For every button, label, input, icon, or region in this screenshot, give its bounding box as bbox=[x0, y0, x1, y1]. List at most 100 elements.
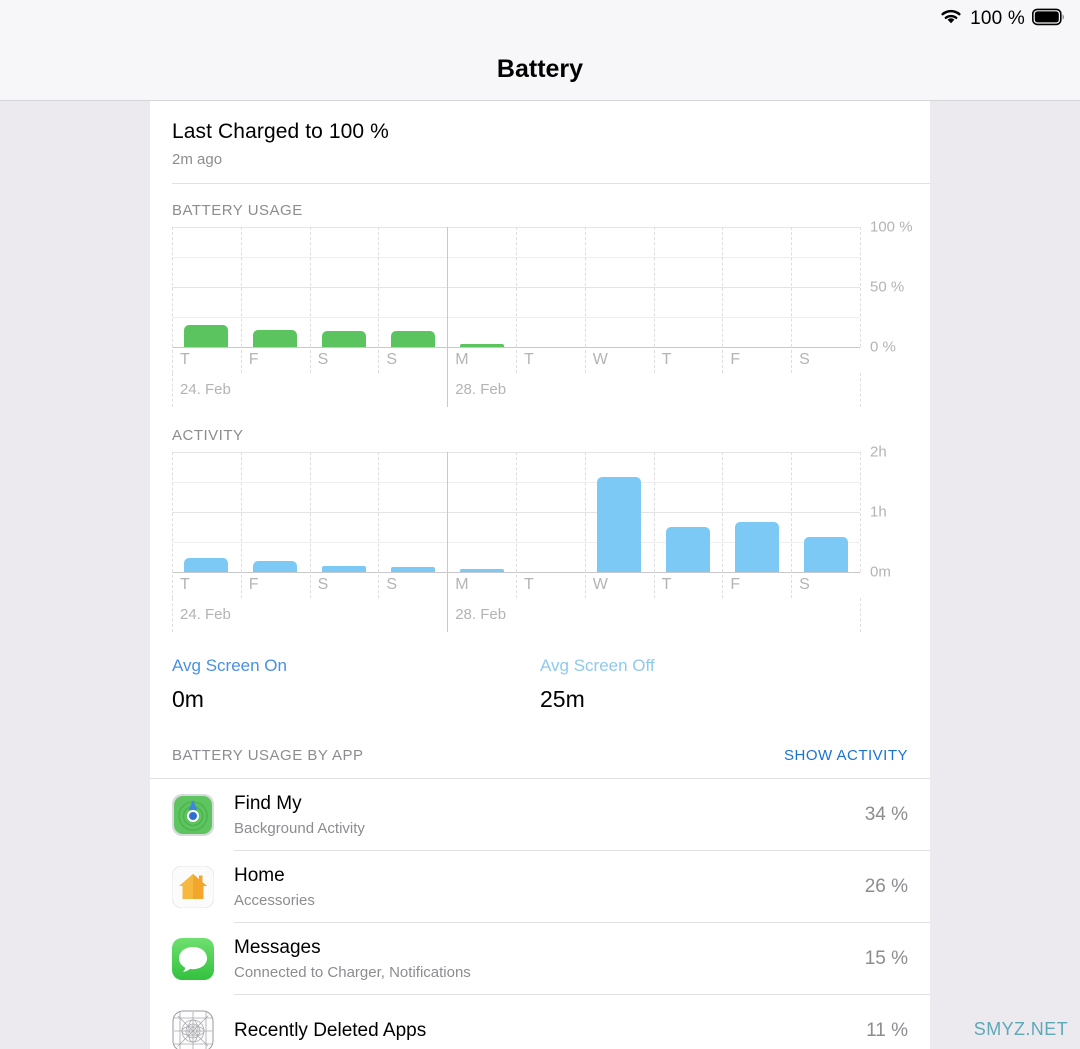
x-axis-day-label: S bbox=[799, 351, 810, 368]
app-subtitle: Accessories bbox=[234, 891, 315, 909]
battery-usage-app-list: Find My Background Activity 34 % Home Access… bbox=[150, 779, 930, 1049]
x-axis-cell: S bbox=[791, 345, 860, 377]
x-axis-tick bbox=[240, 345, 242, 373]
chart-bar bbox=[734, 522, 779, 572]
app-name: Home bbox=[234, 864, 285, 886]
x-axis-day-label: W bbox=[592, 576, 608, 593]
chart-bar-cell bbox=[378, 452, 447, 572]
avg-screen-on-label: Avg Screen On bbox=[172, 656, 287, 675]
x-axis-cell: F bbox=[722, 570, 791, 602]
status-bar-right: 100 % bbox=[939, 8, 1066, 31]
chart-bar-cell bbox=[447, 452, 516, 572]
activity-chart[interactable]: T F S S M T W T F S 24. Feb 28. Feb 0m 1h 2h bbox=[172, 444, 930, 634]
x-axis-tick bbox=[515, 570, 517, 598]
x-axis-tick bbox=[584, 570, 586, 598]
chart-bar-cell bbox=[654, 227, 723, 347]
x-axis-cell: T bbox=[172, 345, 241, 377]
chart-bar bbox=[390, 331, 435, 347]
battery-usage-section-label: BATTERY USAGE bbox=[172, 202, 303, 219]
chart-bar bbox=[253, 561, 298, 572]
y-axis-label: 0 % bbox=[870, 338, 896, 356]
chart-bars bbox=[172, 227, 860, 347]
date-divider bbox=[172, 373, 173, 407]
y-axis-label: 0m bbox=[870, 563, 891, 581]
averages-row: Avg Screen On 0m Avg Screen Off 25m bbox=[150, 634, 930, 713]
chart-bar-cell bbox=[172, 452, 241, 572]
battery-usage-chart[interactable]: T F S S M T W T F S 24. Feb 28. Feb 0 % 50 % 100 % bbox=[172, 219, 930, 409]
chart-bar-cell bbox=[516, 227, 585, 347]
x-axis-cell: T bbox=[515, 345, 585, 377]
find-my-icon bbox=[172, 793, 214, 836]
date-label: 24. Feb bbox=[180, 381, 231, 398]
watermark: SMYZ.NET bbox=[973, 1019, 1068, 1039]
chart-bar bbox=[253, 330, 298, 347]
avg-screen-off-block: Avg Screen Off 25m bbox=[540, 656, 908, 713]
x-axis-tick bbox=[309, 570, 311, 598]
x-axis-tick bbox=[240, 570, 242, 598]
y-axis-label: 2h bbox=[870, 443, 887, 461]
x-axis-day-label: F bbox=[248, 576, 259, 593]
chart-bar bbox=[597, 477, 642, 572]
x-axis-day-label: F bbox=[730, 351, 741, 368]
x-axis-tick bbox=[653, 345, 655, 373]
chart-bar-cell bbox=[791, 452, 860, 572]
chart-divider bbox=[860, 227, 861, 347]
x-axis-cell: F bbox=[722, 345, 791, 377]
x-axis-cell: S bbox=[378, 570, 447, 602]
x-axis-cell: M bbox=[447, 345, 516, 377]
x-axis-tick bbox=[172, 345, 173, 373]
app-row-texts: Recently Deleted Apps bbox=[234, 1020, 866, 1042]
avg-screen-on-value: 0m bbox=[172, 686, 204, 712]
x-axis-cell: W bbox=[584, 345, 654, 377]
avg-screen-off-value: 25m bbox=[540, 686, 585, 712]
x-axis-tick bbox=[584, 345, 586, 373]
x-axis-cell: M bbox=[447, 570, 516, 602]
date-divider bbox=[172, 598, 173, 632]
last-charged-block: Last Charged to 100 % 2m ago bbox=[150, 101, 930, 183]
date-label: 28. Feb bbox=[455, 606, 507, 623]
battery-usage-x-axis: TFSSMTWTFS bbox=[172, 345, 860, 377]
x-axis-cell: T bbox=[172, 570, 241, 602]
x-axis-cell: S bbox=[378, 345, 447, 377]
battery-full-icon bbox=[1032, 8, 1066, 31]
date-divider bbox=[447, 598, 449, 632]
chart-bar bbox=[321, 331, 366, 347]
app-subtitle: Connected to Charger, Notifications bbox=[234, 963, 471, 981]
apps-section-label: BATTERY USAGE BY APP bbox=[172, 747, 364, 764]
date-label: 24. Feb bbox=[180, 606, 231, 623]
activity-x-axis: TFSSMTWTFS bbox=[172, 570, 860, 602]
chart-bar-cell bbox=[585, 452, 654, 572]
last-charged-title: Last Charged to 100 % bbox=[172, 120, 389, 143]
app-row[interactable]: Messages Connected to Charger, Notificati… bbox=[150, 923, 930, 994]
chart-bar-cell bbox=[791, 227, 860, 347]
wifi-icon bbox=[939, 8, 963, 31]
x-axis-cell: T bbox=[515, 570, 585, 602]
battery-usage-plot-area bbox=[172, 227, 861, 348]
content-card: Last Charged to 100 % 2m ago BATTERY USA… bbox=[150, 101, 930, 1049]
date-label: 28. Feb bbox=[455, 381, 507, 398]
messages-icon bbox=[172, 937, 214, 980]
app-row[interactable]: Recently Deleted Apps 11 % bbox=[150, 995, 930, 1049]
chart-bar-cell bbox=[447, 227, 516, 347]
activity-section-label: ACTIVITY bbox=[172, 427, 244, 444]
chart-bar bbox=[803, 537, 848, 572]
x-axis-cell: S bbox=[309, 570, 379, 602]
show-activity-button[interactable]: SHOW ACTIVITY bbox=[784, 747, 908, 764]
app-row[interactable]: Find My Background Activity 34 % bbox=[150, 779, 930, 850]
x-axis-cell: T bbox=[653, 570, 723, 602]
date-divider bbox=[860, 598, 861, 632]
app-name: Recently Deleted Apps bbox=[234, 1019, 427, 1041]
x-axis-day-label: M bbox=[455, 576, 469, 593]
date-divider bbox=[860, 373, 861, 407]
x-axis-tick bbox=[791, 570, 793, 598]
app-battery-percent: 11 % bbox=[866, 1019, 908, 1041]
y-axis-label: 50 % bbox=[870, 278, 905, 296]
app-row[interactable]: Home Accessories 26 % bbox=[150, 851, 930, 922]
x-axis-cell: T bbox=[653, 345, 723, 377]
app-name: Find My bbox=[234, 792, 302, 814]
x-axis-tick bbox=[653, 570, 655, 598]
apps-section-header: BATTERY USAGE BY APP SHOW ACTIVITY bbox=[150, 713, 930, 764]
chart-bar-cell bbox=[241, 452, 310, 572]
x-axis-tick bbox=[378, 345, 380, 373]
app-row-texts: Find My Background Activity bbox=[234, 793, 865, 837]
